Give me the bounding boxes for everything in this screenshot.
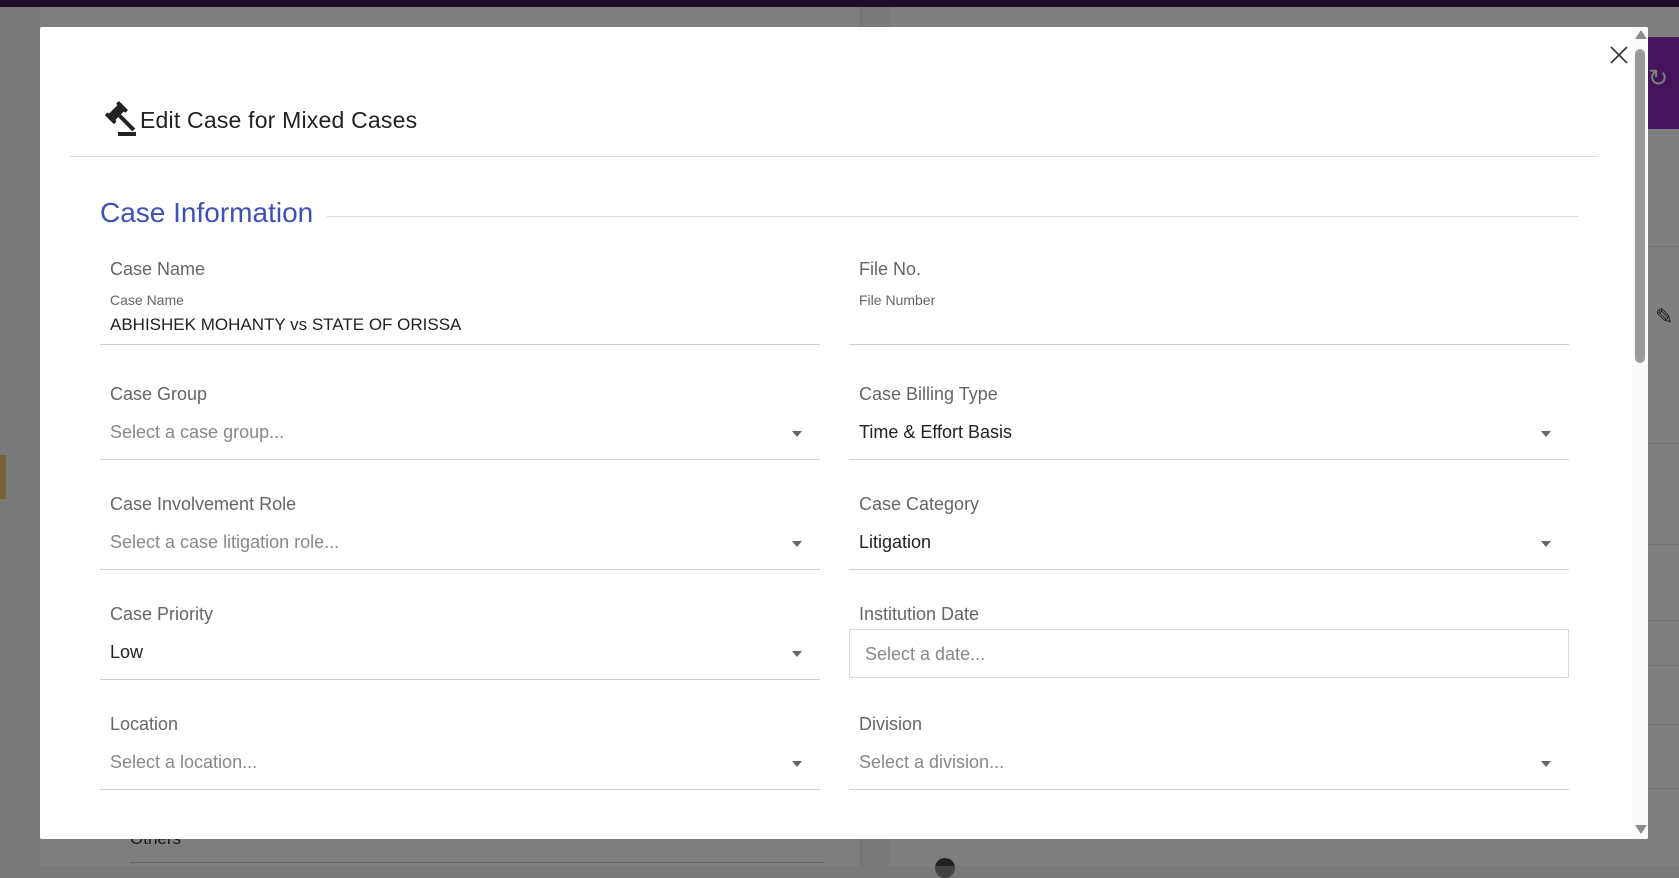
institution-date-placeholder: Select a date... [865,644,986,664]
chevron-down-icon[interactable] [792,761,802,767]
chevron-down-icon[interactable] [1541,431,1551,437]
division-select[interactable]: Select a division... [859,752,1004,773]
location-field: Location Select a location... [100,714,820,794]
institution-date-label: Institution Date [859,604,980,624]
chevron-down-icon[interactable] [792,541,802,547]
chevron-down-icon[interactable] [792,431,802,437]
edit-case-modal: Edit Case for Mixed Cases Case Informati… [40,27,1648,839]
case-billing-type-field: Case Billing Type Time & Effort Basis [849,384,1569,464]
case-name-label: Case Name [110,259,206,279]
case-group-field: Case Group Select a case group... [100,384,820,464]
scroll-up-icon[interactable] [1635,30,1647,39]
case-billing-type-label: Case Billing Type [859,384,998,404]
chevron-down-icon[interactable] [792,651,802,657]
institution-date-input[interactable]: Select a date... [849,629,1569,678]
case-group-select[interactable]: Select a case group... [110,422,284,443]
institution-date-field: Institution Date Select a date... [849,604,1569,684]
case-name-underline [100,344,820,345]
section-divider [327,216,1578,217]
scroll-down-icon[interactable] [1635,825,1647,834]
chevron-down-icon[interactable] [1541,761,1551,767]
scrollbar-thumb[interactable] [1635,49,1645,363]
section-title: Case Information [100,197,314,228]
modal-title: Edit Case for Mixed Cases [140,106,418,133]
gavel-icon [105,101,136,136]
file-no-label: File No. [859,259,922,279]
case-involvement-role-field: Case Involvement Role Select a case liti… [100,494,820,574]
case-category-field: Case Category Litigation [849,494,1569,574]
modal-header: Edit Case for Mixed Cases [102,85,417,155]
case-priority-label: Case Priority [110,604,214,624]
case-group-label: Case Group [110,384,208,404]
case-involvement-role-underline [100,569,820,570]
case-name-sublabel: Case Name [110,292,184,308]
close-button[interactable] [1607,43,1631,67]
location-select[interactable]: Select a location... [110,752,257,773]
case-category-underline [849,569,1569,570]
division-underline [849,789,1569,790]
file-number-underline [849,344,1569,345]
file-number-sublabel: File Number [859,292,936,308]
case-category-label: Case Category [859,494,980,514]
case-billing-type-select[interactable]: Time & Effort Basis [859,422,1012,443]
location-label: Location [110,714,179,734]
division-field: Division Select a division... [849,714,1569,794]
case-category-select[interactable]: Litigation [859,532,931,553]
file-number-input[interactable] [859,315,1559,337]
case-billing-type-underline [849,459,1569,460]
location-underline [100,789,820,790]
case-name-input[interactable]: ABHISHEK MOHANTY vs STATE OF ORISSA [110,315,461,335]
file-no-field: File No. File Number [849,259,1569,379]
close-icon [1610,46,1628,64]
division-label: Division [859,714,923,734]
case-priority-field: Case Priority Low [100,604,820,684]
case-involvement-role-select[interactable]: Select a case litigation role... [110,532,339,553]
header-divider [70,156,1598,157]
case-priority-underline [100,679,820,680]
case-involvement-role-label: Case Involvement Role [110,494,297,514]
case-name-field: Case Name Case Name ABHISHEK MOHANTY vs … [100,259,820,379]
case-group-underline [100,459,820,460]
case-priority-select[interactable]: Low [110,642,143,663]
chevron-down-icon[interactable] [1541,541,1551,547]
